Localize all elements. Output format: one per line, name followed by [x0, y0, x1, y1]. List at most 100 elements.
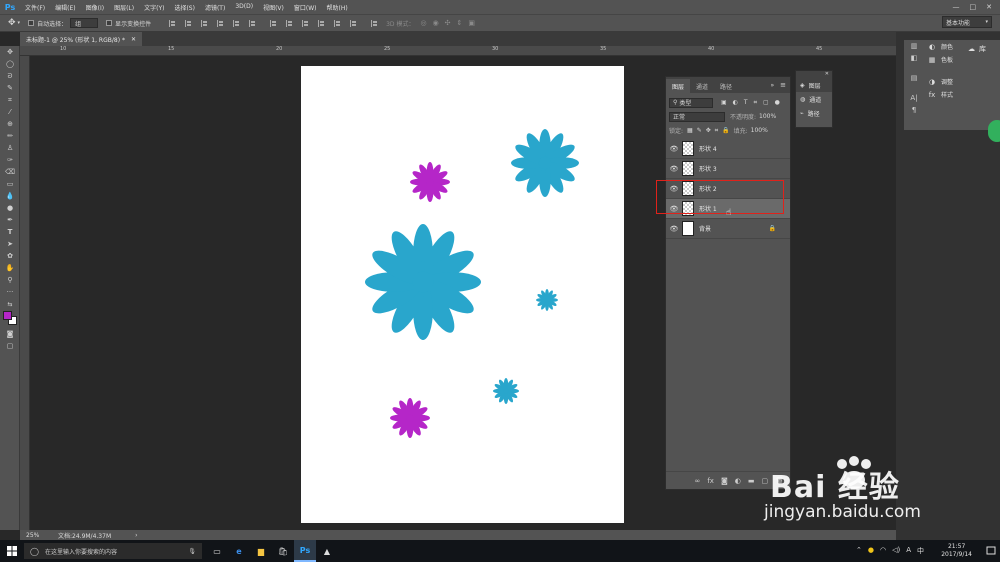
properties-icon[interactable]: ◧ — [904, 52, 924, 64]
mini-item-channels[interactable]: ◍ 通道 — [796, 92, 832, 106]
flower-shape[interactable] — [511, 129, 579, 197]
layer-name[interactable]: 形状 4 — [699, 144, 717, 153]
dock-item-styles[interactable]: fx 样式 — [924, 88, 1000, 101]
microphone-icon[interactable]: 🎙 — [188, 548, 202, 555]
blend-row: 正常 不透明度: 100% — [669, 111, 787, 122]
tab-layers[interactable]: 图层 — [666, 79, 691, 93]
hand-cursor-icon: ☝ — [726, 208, 732, 218]
flower-shape[interactable] — [410, 162, 450, 202]
layer-lock-icon[interactable]: 🔒 — [769, 225, 776, 232]
mini-panel-header: ✕ — [796, 71, 832, 78]
lock-label: 锁定: — [669, 128, 684, 135]
library-icon: ☁ — [968, 45, 975, 53]
filter-smart-icon[interactable]: ▢ — [763, 99, 769, 106]
link-layers-icon[interactable]: ∞ — [695, 477, 701, 485]
collapse-icon[interactable]: » — [770, 82, 774, 89]
mini-item-paths[interactable]: ⌁ 路径 — [796, 106, 832, 120]
photos-icon[interactable]: ▲ — [316, 540, 338, 562]
filter-toggle-icon[interactable]: ● — [775, 99, 780, 106]
lock-pixels-icon[interactable]: ✎ — [697, 127, 702, 134]
clock-date: 2017/9/14 — [941, 551, 972, 558]
volume-icon[interactable]: ◁) — [892, 546, 900, 556]
layer-thumbnail[interactable] — [682, 141, 694, 156]
visibility-eye-icon[interactable]: 👁 — [666, 225, 682, 233]
blend-mode-dropdown[interactable]: 正常 — [669, 111, 725, 122]
channels-icon: ◍ — [800, 95, 806, 103]
panel-menu-icon[interactable]: ≡ — [780, 81, 786, 89]
visibility-eye-icon[interactable]: 👁 — [666, 165, 682, 173]
history-icon[interactable]: ▥ — [904, 40, 924, 52]
filter-kind-dropdown[interactable]: ⚲ 类型 — [669, 97, 713, 108]
filter-adjust-icon[interactable]: ◐ — [733, 99, 738, 106]
mini-panel: ✕ ◈ 图层 ◍ 通道 ⌁ 路径 — [795, 70, 833, 128]
layer-thumbnail[interactable] — [682, 161, 694, 176]
palette-icon: ◐ — [928, 42, 936, 51]
close-icon[interactable]: ✕ — [825, 71, 829, 77]
fill-value[interactable]: 100% — [751, 127, 768, 134]
system-tray: ⌃ ● ◠ ◁) A 中 — [856, 546, 924, 556]
edge-icon[interactable]: e — [228, 540, 250, 562]
layer-style-icon[interactable]: fx — [707, 477, 714, 485]
dock-item-color[interactable]: ◐ 颜色 — [924, 40, 1000, 53]
file-explorer-icon[interactable]: ▆ — [250, 540, 272, 562]
lock-all-icon[interactable]: 🔒 — [722, 127, 729, 134]
dock-item-swatches[interactable]: ▦ 色板 — [924, 53, 1000, 66]
layer-row[interactable]: 👁 形状 3 — [666, 159, 790, 179]
adjustments-icon: ◑ — [928, 77, 936, 86]
foreground-color-swatch[interactable] — [3, 311, 12, 320]
layer-row[interactable]: 👁 背景 🔒 — [666, 219, 790, 239]
flower-shape[interactable] — [536, 289, 558, 311]
tray-up-icon[interactable]: ⌃ — [856, 546, 862, 556]
ime-chinese[interactable]: 中 — [917, 546, 924, 556]
swatches-icon: ▦ — [928, 55, 936, 64]
character-icon[interactable]: A| — [904, 92, 924, 104]
layer-name[interactable]: 形状 3 — [699, 164, 717, 173]
paragraph-icon[interactable]: ¶ — [904, 104, 924, 116]
visibility-eye-icon[interactable]: 👁 — [666, 145, 682, 153]
flower-center — [503, 388, 509, 394]
store-icon[interactable]: 🛍 — [272, 540, 294, 562]
windows-start-icon[interactable] — [0, 540, 24, 562]
adjustment-layer-icon[interactable]: ◐ — [735, 477, 741, 485]
layer-row[interactable]: 👁 形状 4 — [666, 139, 790, 159]
photoshop-window: Ps 文件(F) 编辑(E) 图像(I) 图层(L) 文字(Y) 选择(S) 滤镜(T) 3D… — [0, 0, 1000, 562]
baidu-watermark-url: jingyan.baidu.com — [764, 502, 921, 522]
opacity-value[interactable]: 100% — [759, 113, 776, 120]
new-layer-icon[interactable]: ▢ — [761, 477, 768, 485]
dock-panel-list: ◐ 颜色 ▦ 色板 ◑ 调整 fx 样式 — [924, 40, 1000, 130]
zoom-level[interactable]: 25% — [20, 532, 58, 539]
taskbar-clock[interactable]: 21:57 2017/9/14 — [941, 543, 972, 559]
actions-icon[interactable]: ▤ — [904, 72, 924, 84]
tray-app-icon[interactable]: ● — [868, 546, 874, 556]
network-icon[interactable]: ◠ — [880, 546, 886, 556]
taskbar-apps: ▭ e ▆ 🛍 Ps ▲ — [206, 540, 338, 562]
add-mask-icon[interactable]: ◙ — [721, 477, 728, 485]
filter-shape-icon[interactable]: ⌗ — [754, 99, 757, 107]
tab-paths[interactable]: 路径 — [714, 79, 738, 93]
flower-shape[interactable] — [493, 378, 519, 404]
lock-position-icon[interactable]: ✥ — [706, 127, 711, 134]
lock-row: 锁定: ▦ ✎ ✥ ⌗ 🔒 填充: 100% — [669, 125, 787, 136]
dock-item-label: 样式 — [941, 92, 954, 99]
taskbar-search[interactable]: ◯ 在这里输入你要搜索的内容 🎙 — [24, 543, 202, 559]
lock-artboard-icon[interactable]: ⌗ — [715, 127, 718, 135]
lock-transparent-icon[interactable]: ▦ — [687, 127, 693, 134]
floating-assistant-icon[interactable] — [988, 120, 1000, 142]
layer-name[interactable]: 背景 — [699, 224, 711, 233]
flower-shape[interactable] — [365, 224, 481, 340]
status-arrow-icon[interactable]: › — [135, 532, 137, 539]
mini-item-layers[interactable]: ◈ 图层 — [796, 78, 832, 92]
filter-type-icon[interactable]: T — [744, 99, 748, 106]
ime-indicator[interactable]: A — [906, 546, 911, 556]
new-group-icon[interactable]: ▬ — [748, 477, 755, 485]
filter-pixel-icon[interactable]: ▣ — [721, 99, 727, 106]
dock-item-adjustments[interactable]: ◑ 调整 — [924, 75, 1000, 88]
tab-channels[interactable]: 通道 — [690, 79, 714, 93]
flower-shape[interactable] — [390, 398, 430, 438]
paths-icon: ⌁ — [800, 109, 804, 117]
task-view-icon[interactable]: ▭ — [206, 540, 228, 562]
photoshop-taskbar-icon[interactable]: Ps — [294, 540, 316, 562]
library-button[interactable]: ☁ 库 — [968, 44, 986, 54]
notification-icon[interactable] — [982, 540, 1000, 562]
layer-thumbnail[interactable] — [682, 221, 694, 236]
